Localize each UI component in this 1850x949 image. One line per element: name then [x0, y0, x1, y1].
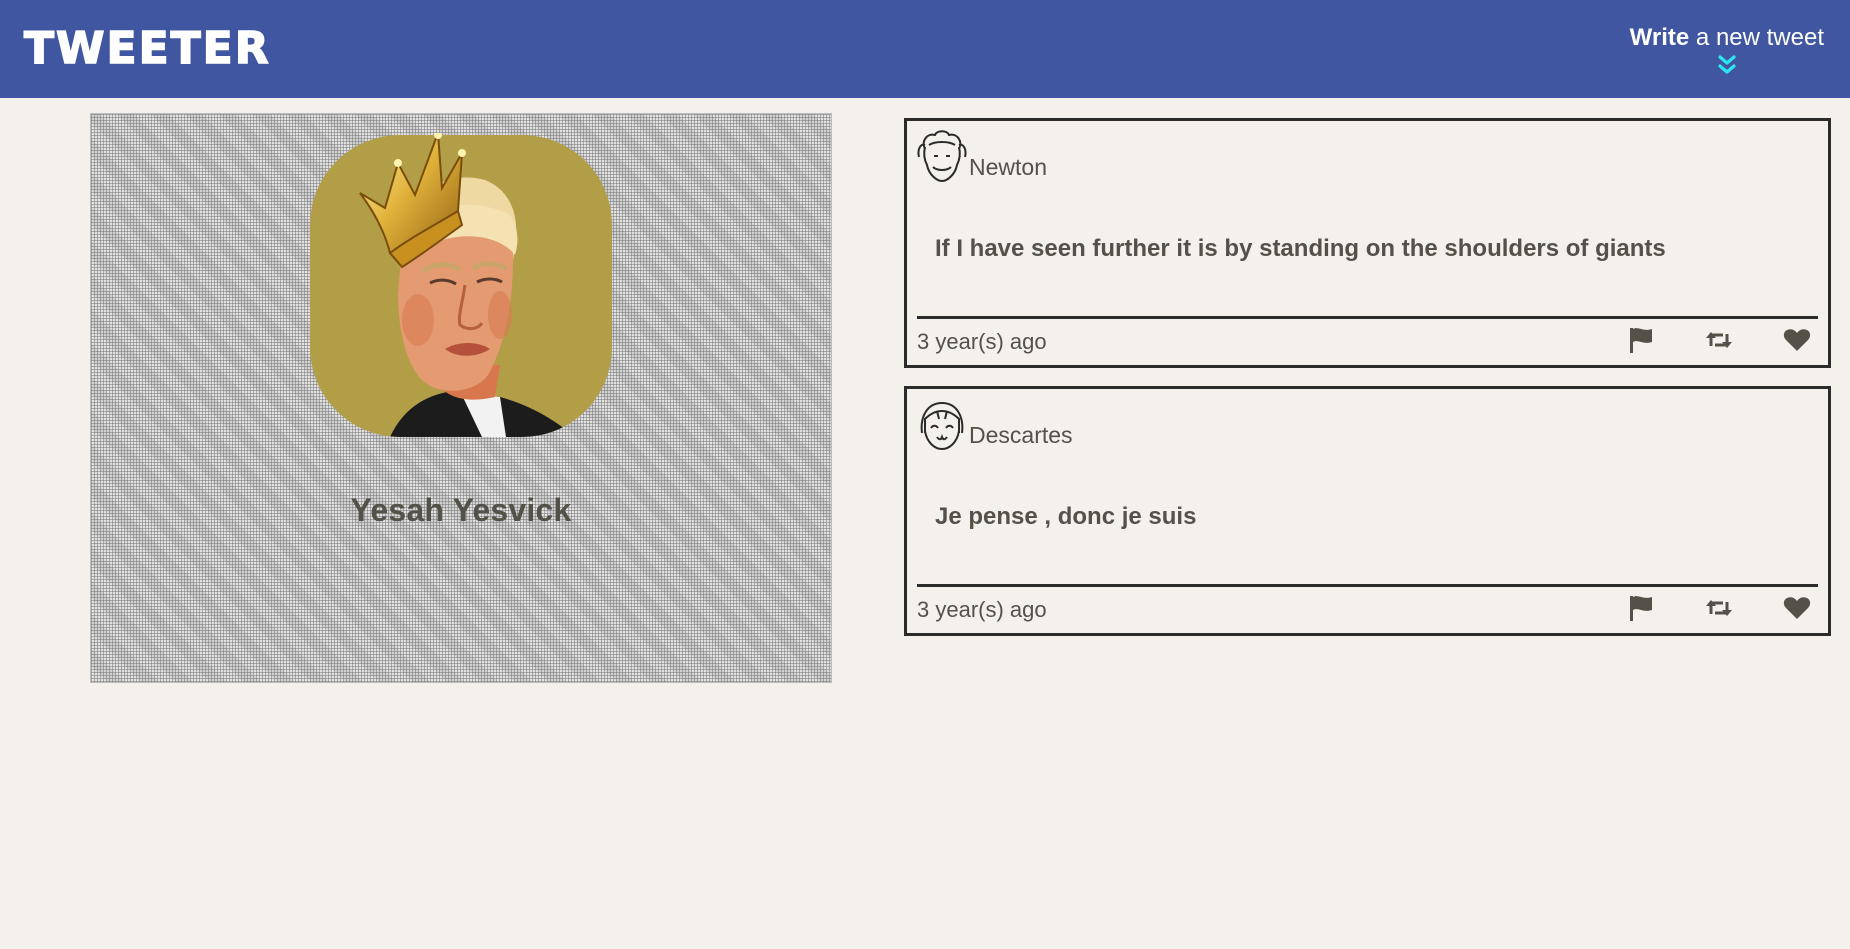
heart-icon[interactable]	[1783, 326, 1811, 354]
flag-icon[interactable]	[1627, 326, 1655, 354]
tweet-card: Newton If I have seen further it is by s…	[904, 118, 1831, 368]
crown-overlay-icon	[359, 133, 466, 269]
descartes-avatar-icon	[920, 401, 964, 451]
tweet-header: Newton	[917, 129, 1047, 183]
tweet-actions	[1577, 594, 1811, 622]
compose-label-bold: Write	[1629, 24, 1690, 51]
flag-icon[interactable]	[1627, 594, 1655, 622]
compose-toggle[interactable]: Write a new tweet	[1630, 22, 1824, 76]
tweet-author[interactable]: Descartes	[969, 421, 1073, 449]
tweet-timestamp: 3 year(s) ago	[917, 329, 1047, 354]
double-chevron-down-icon[interactable]	[1718, 54, 1736, 76]
tweet-timestamp: 3 year(s) ago	[917, 597, 1047, 622]
compose-label[interactable]: Write a new tweet	[1630, 22, 1824, 54]
tweet-actions	[1577, 326, 1811, 354]
tweet-header: Descartes	[917, 397, 1073, 451]
tweet-card: Descartes Je pense , donc je suis 3 year…	[904, 386, 1831, 636]
tweet-content: If I have seen further it is by standing…	[935, 235, 1666, 262]
top-nav: TWEETER Write a new tweet	[0, 0, 1850, 98]
heart-icon[interactable]	[1783, 594, 1811, 622]
profile-name: Yesah Yesvick	[350, 492, 572, 528]
retweet-icon[interactable]	[1705, 594, 1733, 622]
tweet-author[interactable]: Newton	[969, 153, 1047, 181]
compose-label-rest: a new tweet	[1695, 24, 1824, 51]
newton-avatar-icon	[917, 130, 967, 183]
tweet-divider	[917, 584, 1818, 587]
tweet-divider	[917, 316, 1818, 319]
tweet-content: Je pense , donc je suis	[935, 503, 1197, 530]
retweet-icon[interactable]	[1705, 326, 1733, 354]
app-logo[interactable]: TWEETER	[23, 23, 271, 75]
